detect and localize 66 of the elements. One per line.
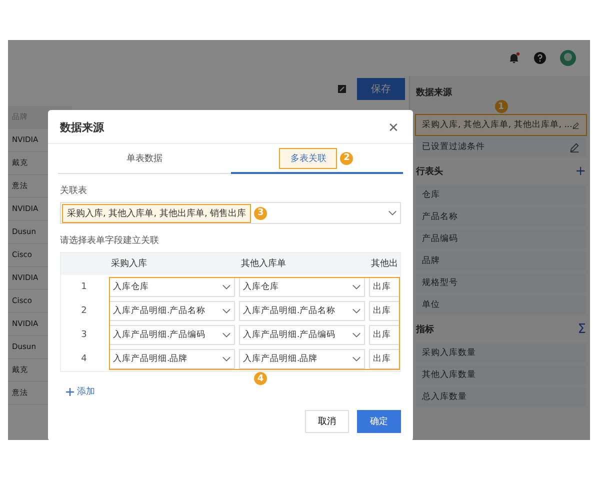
section-title: 行表头: [416, 165, 443, 178]
select-field[interactable]: 入库仓库: [239, 277, 365, 297]
field-item[interactable]: 仓库: [416, 185, 586, 205]
confirm-button[interactable]: 确定: [357, 410, 401, 433]
pencil-icon[interactable]: [569, 142, 580, 152]
select-field[interactable]: 入库产品明细.品牌: [109, 349, 235, 369]
item-label: 采购入库, 其他入库单, 其他出库单, ...: [422, 119, 572, 131]
item-label: 单位: [422, 299, 440, 311]
field-item[interactable]: 其他入库数量: [416, 365, 586, 385]
item-label: 规格型号: [422, 277, 458, 289]
help-icon[interactable]: [534, 52, 546, 64]
field-item[interactable]: 单位: [416, 295, 586, 315]
select-field[interactable]: 入库产品明细.产品名称: [239, 301, 365, 321]
expand-icon[interactable]: [337, 84, 347, 94]
item-label: 采购入库数量: [422, 347, 476, 359]
column-header: 其他出: [370, 258, 399, 271]
chevron-down-icon: [222, 284, 231, 290]
select-field[interactable]: 入库产品明细.产品编码: [239, 325, 365, 345]
field-item[interactable]: 采购入库数量: [416, 343, 586, 363]
column-header: 采购入库: [110, 258, 148, 271]
section-action-icon[interactable]: +: [575, 164, 586, 178]
callout-number: 2: [340, 152, 354, 164]
field-item[interactable]: 规格型号: [416, 273, 586, 293]
item-label: 已设置过滤条件: [422, 141, 485, 153]
select-field[interactable]: 出库: [369, 325, 400, 345]
chevron-down-icon: [352, 356, 361, 362]
cancel-button[interactable]: 取消: [305, 410, 349, 433]
column-header: 其他入库单: [240, 258, 287, 271]
item-label: 总入库数量: [422, 391, 467, 403]
select-field[interactable]: 入库仓库: [109, 277, 235, 297]
select-field[interactable]: 入库产品明细.产品名称: [109, 301, 235, 321]
chevron-down-icon: [222, 332, 231, 338]
select-field[interactable]: 入库产品明细.品牌: [239, 349, 365, 369]
section-title: 数据来源: [416, 86, 452, 98]
item-label: 其他入库数量: [422, 369, 476, 381]
callout-number: 3: [254, 206, 268, 220]
plus-icon: [66, 388, 74, 396]
field-item[interactable]: 产品名称: [416, 207, 586, 227]
chevron-down-icon: [222, 308, 231, 314]
item-label: 产品编码: [422, 233, 458, 245]
bell-icon[interactable]: [508, 52, 520, 64]
select-field[interactable]: 出库: [369, 277, 400, 297]
callout-number: 4: [254, 372, 267, 385]
field-item[interactable]: 品牌: [416, 251, 586, 271]
chevron-down-icon: [352, 284, 361, 290]
field-item[interactable]: 总入库数量: [416, 387, 586, 407]
item-label: 品牌: [422, 255, 440, 267]
select-field[interactable]: 入库产品明细.产品编码: [109, 325, 235, 345]
chevron-down-icon: [352, 332, 361, 338]
save-button[interactable]: 保存: [357, 78, 405, 100]
pencil-icon[interactable]: [572, 120, 580, 130]
field-item[interactable]: 已设置过滤条件: [416, 137, 586, 157]
tab[interactable]: 多表关联 2: [230, 144, 403, 174]
select-field[interactable]: 出库: [369, 301, 400, 321]
section-action-icon[interactable]: Σ: [578, 322, 586, 336]
field-item[interactable]: 产品编码: [416, 229, 586, 249]
item-label: 仓库: [422, 189, 440, 201]
section-title: 指标: [416, 324, 434, 336]
select-field[interactable]: 出库: [369, 349, 400, 369]
callout-number: 1: [494, 100, 508, 113]
field-item[interactable]: 采购入库, 其他入库单, 其他出库单, ...: [416, 115, 586, 135]
item-label: 产品名称: [422, 211, 458, 223]
chevron-down-icon: [388, 210, 397, 216]
select-field[interactable]: 采购入库, 其他入库单, 其他出库单, 销售出库 3: [60, 202, 401, 224]
chevron-down-icon: [352, 308, 361, 314]
chevron-down-icon: [222, 356, 231, 362]
